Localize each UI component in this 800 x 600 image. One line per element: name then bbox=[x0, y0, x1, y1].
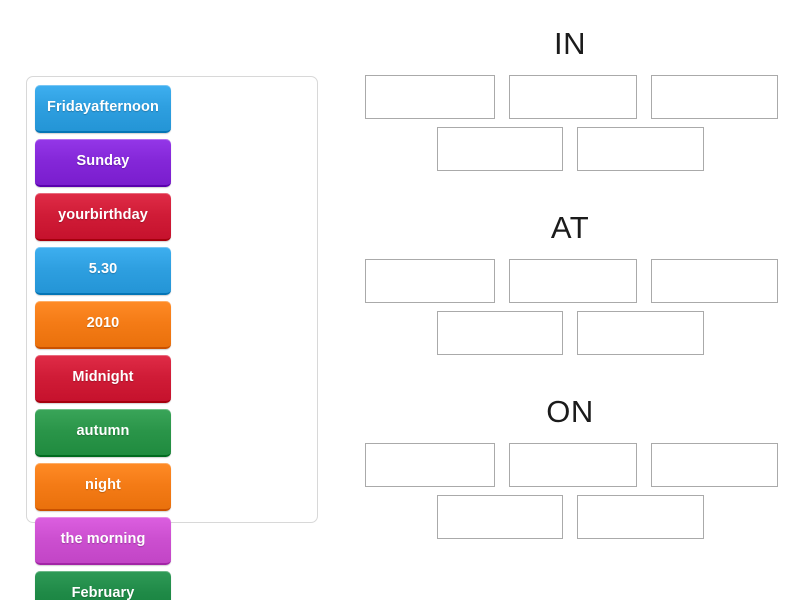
tile-label-line: birthday bbox=[89, 207, 148, 224]
drop-slot[interactable] bbox=[364, 259, 495, 303]
drop-slot[interactable] bbox=[436, 495, 563, 539]
tile[interactable]: Sunday bbox=[35, 139, 171, 187]
slot-row-bottom bbox=[340, 127, 800, 171]
group-title: ON bbox=[546, 394, 594, 429]
tile-label-line: Midnight bbox=[72, 369, 134, 386]
drop-slot[interactable] bbox=[436, 127, 563, 171]
tile-label-line: night bbox=[85, 477, 121, 494]
drop-slot[interactable] bbox=[576, 127, 704, 171]
drop-slot[interactable] bbox=[508, 443, 637, 487]
tile[interactable]: 2010 bbox=[35, 301, 171, 349]
tile-grid: Friday afternoon Sunday your birthday 5.30 201… bbox=[32, 82, 312, 600]
group-columns: IN AT ON bbox=[340, 0, 800, 600]
tile-label-line: afternoon bbox=[91, 99, 159, 116]
tile[interactable]: your birthday bbox=[35, 193, 171, 241]
slot-row-top bbox=[340, 75, 800, 119]
group-title: AT bbox=[550, 210, 590, 245]
tile[interactable]: 5.30 bbox=[35, 247, 171, 295]
drop-slot[interactable] bbox=[650, 75, 778, 119]
group-in: IN bbox=[340, 28, 800, 171]
drop-slot[interactable] bbox=[508, 75, 637, 119]
drop-slot[interactable] bbox=[650, 259, 778, 303]
tile[interactable]: autumn bbox=[35, 409, 171, 457]
drop-slot[interactable] bbox=[364, 75, 495, 119]
group-at: AT bbox=[340, 212, 800, 355]
drop-slot[interactable] bbox=[436, 311, 563, 355]
slot-row-bottom bbox=[340, 495, 800, 539]
tile-label-line: 5.30 bbox=[88, 261, 118, 278]
tile[interactable]: Midnight bbox=[35, 355, 171, 403]
drop-slot[interactable] bbox=[576, 311, 704, 355]
tile-label-line: the morning bbox=[60, 531, 146, 548]
drop-slot[interactable] bbox=[576, 495, 704, 539]
slot-row-top bbox=[340, 443, 800, 487]
group-on: ON bbox=[340, 396, 800, 539]
drop-slot[interactable] bbox=[364, 443, 495, 487]
tile[interactable]: February bbox=[35, 571, 171, 600]
group-title: IN bbox=[554, 26, 586, 61]
tile-label-line: autumn bbox=[76, 423, 130, 440]
tile-label-line: Sunday bbox=[76, 153, 130, 170]
tile-label-line: your bbox=[58, 207, 90, 224]
slot-row-top bbox=[340, 259, 800, 303]
tile-label-line: Friday bbox=[47, 99, 92, 116]
tile[interactable]: night bbox=[35, 463, 171, 511]
slot-row-bottom bbox=[340, 311, 800, 355]
tile[interactable]: the morning bbox=[35, 517, 171, 565]
drop-slot[interactable] bbox=[650, 443, 778, 487]
activity-canvas: Friday afternoon Sunday your birthday 5.30 201… bbox=[0, 0, 800, 600]
tile-label-line: February bbox=[71, 585, 135, 600]
tile-tray: Friday afternoon Sunday your birthday 5.30 201… bbox=[26, 76, 318, 600]
tile[interactable]: Friday afternoon bbox=[35, 85, 171, 133]
drop-slot[interactable] bbox=[508, 259, 637, 303]
tile-label-line: 2010 bbox=[86, 315, 120, 332]
